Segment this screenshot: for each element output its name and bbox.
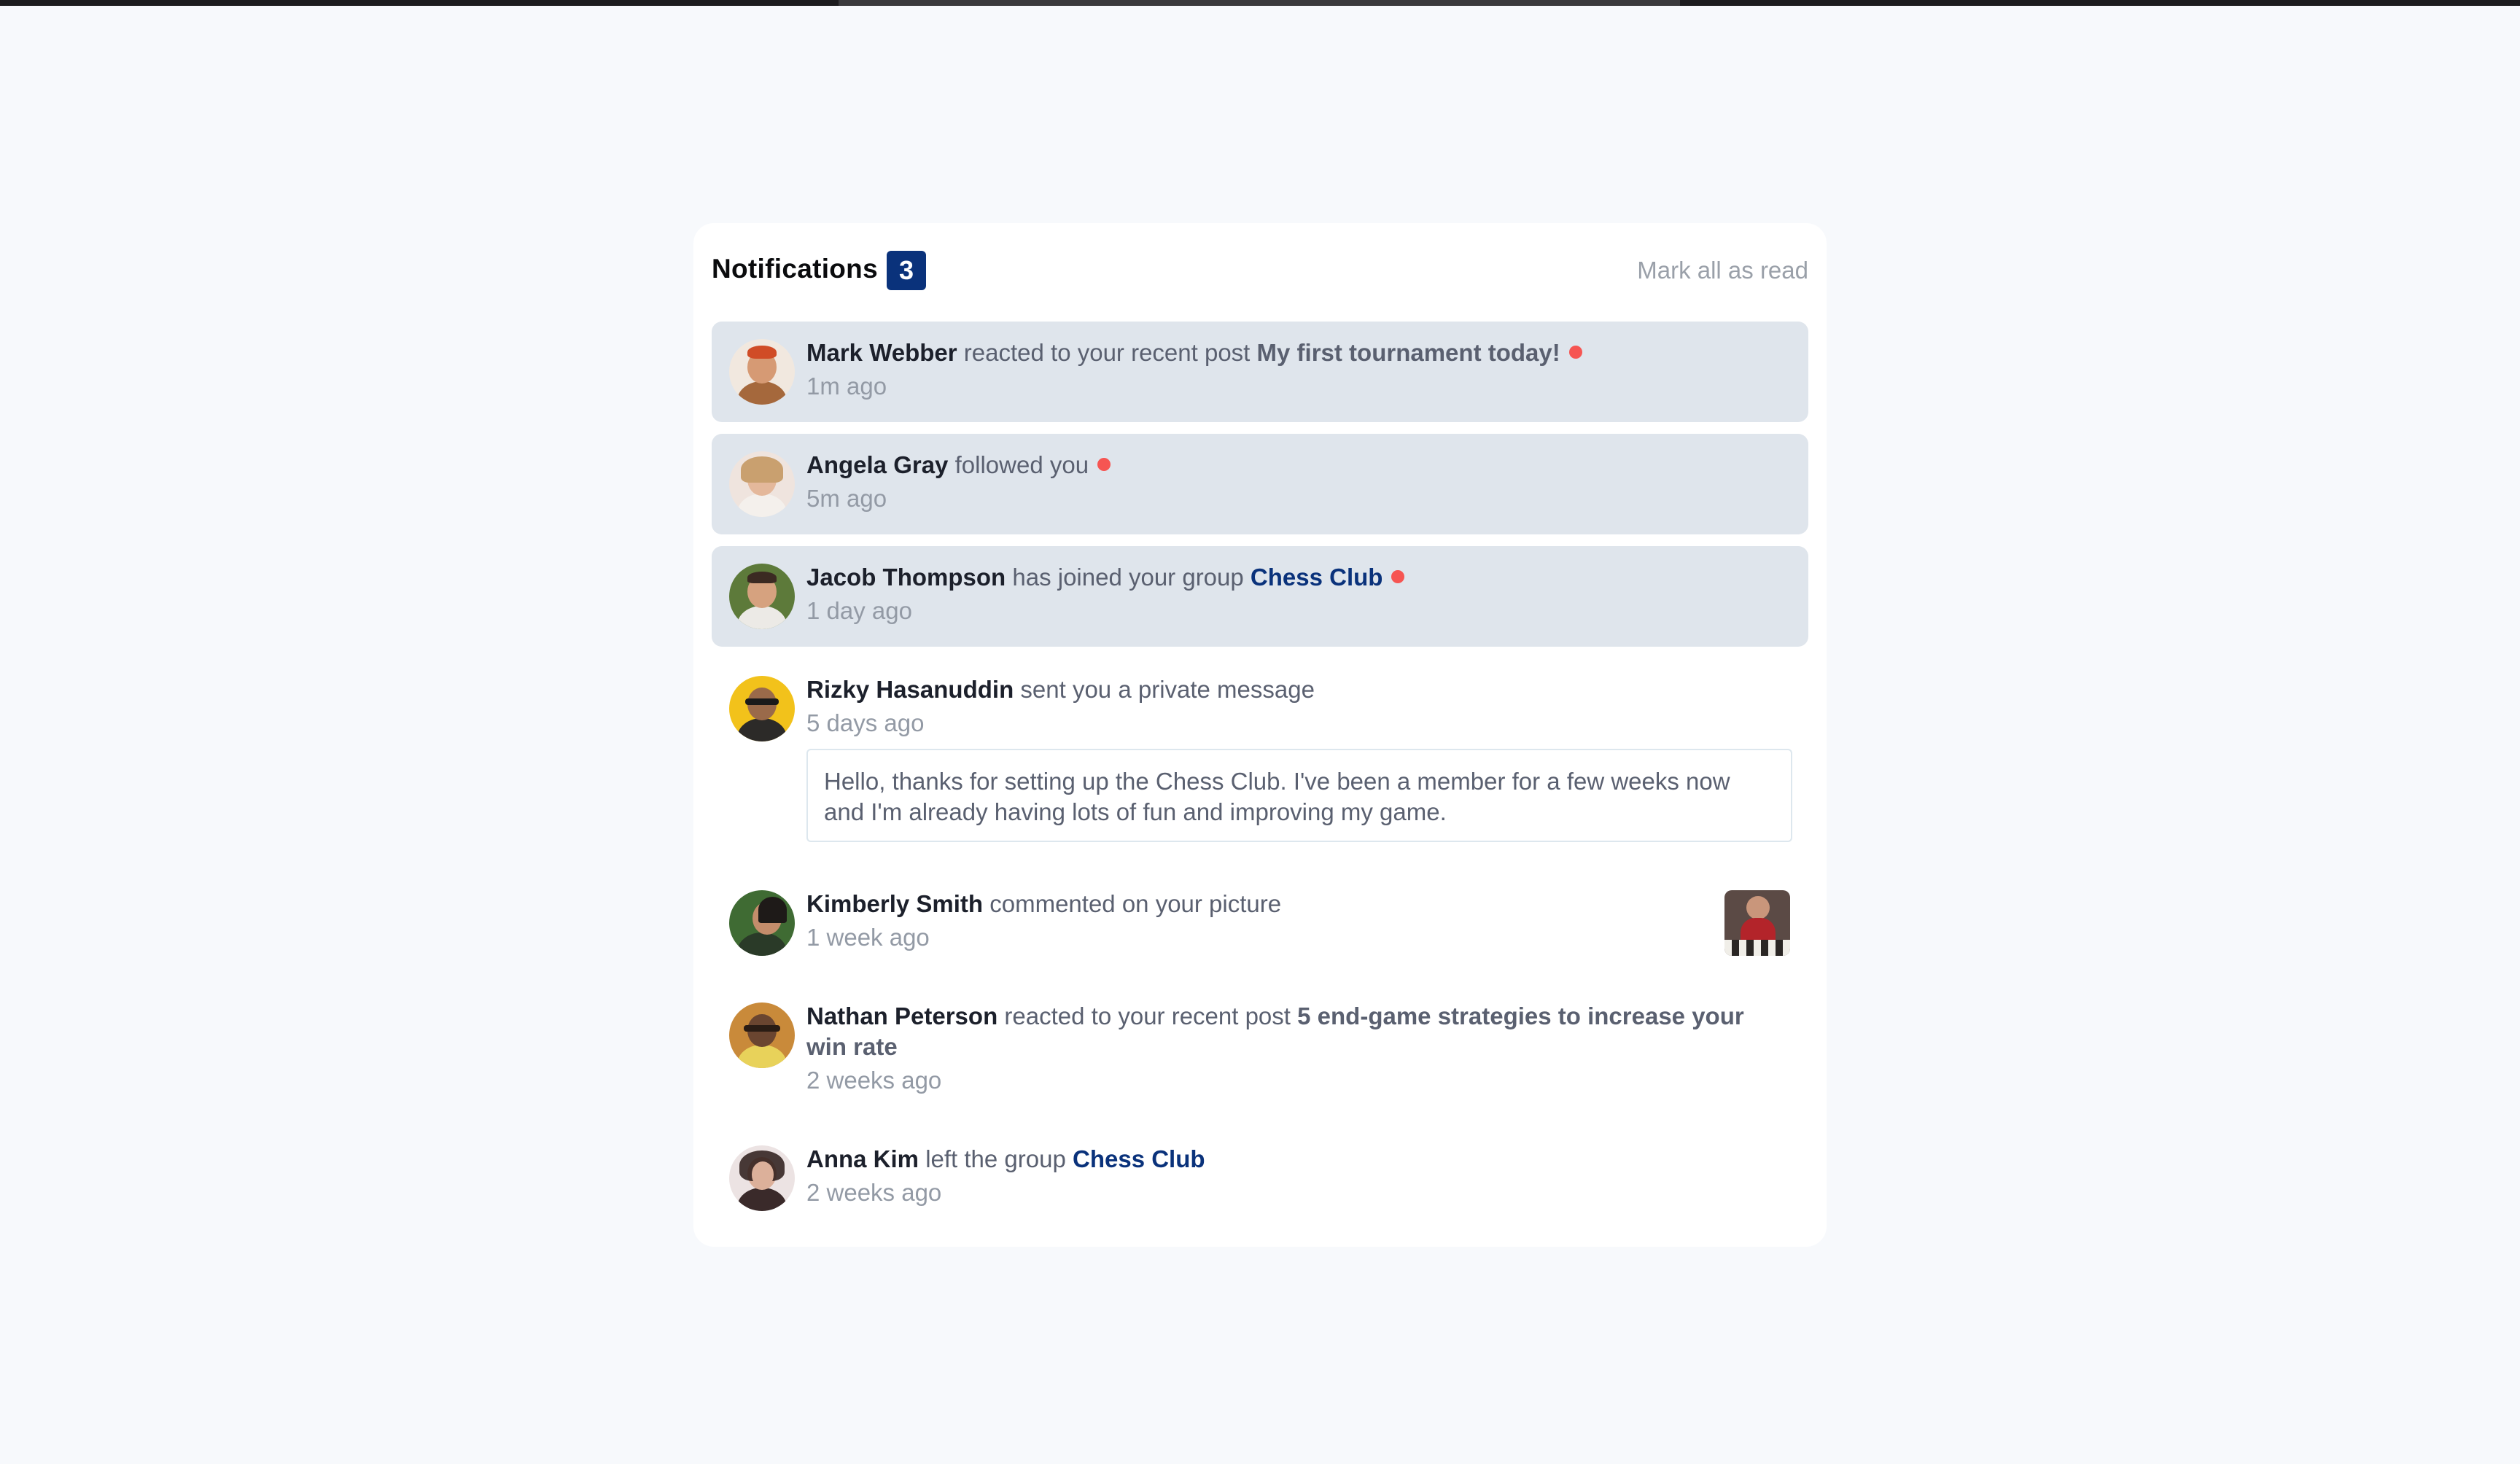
page-title: Notifications [712,254,878,284]
notification-time: 2 weeks ago [806,1179,942,1206]
notification-item[interactable]: Jacob Thompson has joined your group Che… [712,546,1808,647]
notification-action-text: reacted to your recent post [963,339,1251,366]
user-name-link[interactable]: Angela Gray [806,451,948,478]
notification-content: Rizky Hasanuddin sent you a private mess… [806,674,1792,842]
unread-dot [1568,346,1582,359]
avatar[interactable] [729,676,795,741]
mark-all-as-read-button[interactable]: Mark all as read [1637,257,1808,284]
browser-top-bar [0,0,2520,6]
unread-count-badge: 3 [887,251,926,290]
notification-item[interactable]: Nathan Peterson reacted to your recent p… [712,1002,1808,1126]
avatar[interactable] [729,1002,795,1068]
user-name-link[interactable]: Kimberly Smith [806,890,983,917]
notification-time: 5m ago [806,485,887,512]
user-name-link[interactable]: Nathan Peterson [806,1002,998,1029]
notification-content: Anna Kim left the group Chess Club 2 wee… [806,1144,1784,1207]
notification-item[interactable]: Kimberly Smith commented on your picture… [712,890,1808,985]
notification-time: 2 weeks ago [806,1067,942,1094]
notification-content: Jacob Thompson has joined your group Che… [806,562,1784,625]
private-message-preview[interactable]: Hello, thanks for setting up the Chess C… [806,749,1792,842]
notification-action-text: reacted to your recent post [1004,1002,1291,1029]
unread-dot [1391,570,1405,583]
avatar[interactable] [729,451,795,517]
avatar[interactable] [729,1145,795,1211]
user-name-link[interactable]: Mark Webber [806,339,957,366]
notification-content: Kimberly Smith commented on your picture… [806,889,1784,951]
user-name-link[interactable]: Rizky Hasanuddin [806,676,1014,703]
notifications-header: Notifications 3 Mark all as read [712,245,1808,290]
notification-time: 5 days ago [806,709,925,736]
notification-action-text: commented on your picture [989,890,1282,917]
group-link[interactable]: Chess Club [1073,1145,1205,1172]
notification-item[interactable]: Mark Webber reacted to your recent post … [712,322,1808,422]
notification-time: 1 day ago [806,597,912,624]
avatar[interactable] [729,564,795,629]
notification-item[interactable]: Anna Kim left the group Chess Club 2 wee… [712,1145,1808,1226]
notification-action-text: left the group [925,1145,1066,1172]
avatar[interactable] [729,339,795,405]
notification-item[interactable]: Angela Gray followed you 5m ago [712,434,1808,534]
user-name-link[interactable]: Anna Kim [806,1145,919,1172]
active-tab-indicator [839,0,1680,6]
notifications-card: Notifications 3 Mark all as read Mark We… [693,223,1827,1247]
group-link[interactable]: Chess Club [1251,564,1383,591]
notification-time: 1m ago [806,373,887,400]
avatar[interactable] [729,890,795,956]
user-name-link[interactable]: Jacob Thompson [806,564,1006,591]
unread-dot [1097,458,1111,471]
notification-item[interactable]: Rizky Hasanuddin sent you a private mess… [712,658,1808,855]
notification-content: Nathan Peterson reacted to your recent p… [806,1001,1754,1094]
commented-picture-thumbnail[interactable] [1724,890,1790,956]
notification-content: Mark Webber reacted to your recent post … [806,338,1784,400]
notification-action-text: followed you [954,451,1089,478]
notification-action-text: has joined your group [1012,564,1244,591]
notification-time: 1 week ago [806,924,930,951]
notification-content: Angela Gray followed you 5m ago [806,450,1784,513]
notification-action-text: sent you a private message [1020,676,1315,703]
post-link[interactable]: My first tournament today! [1257,339,1560,366]
